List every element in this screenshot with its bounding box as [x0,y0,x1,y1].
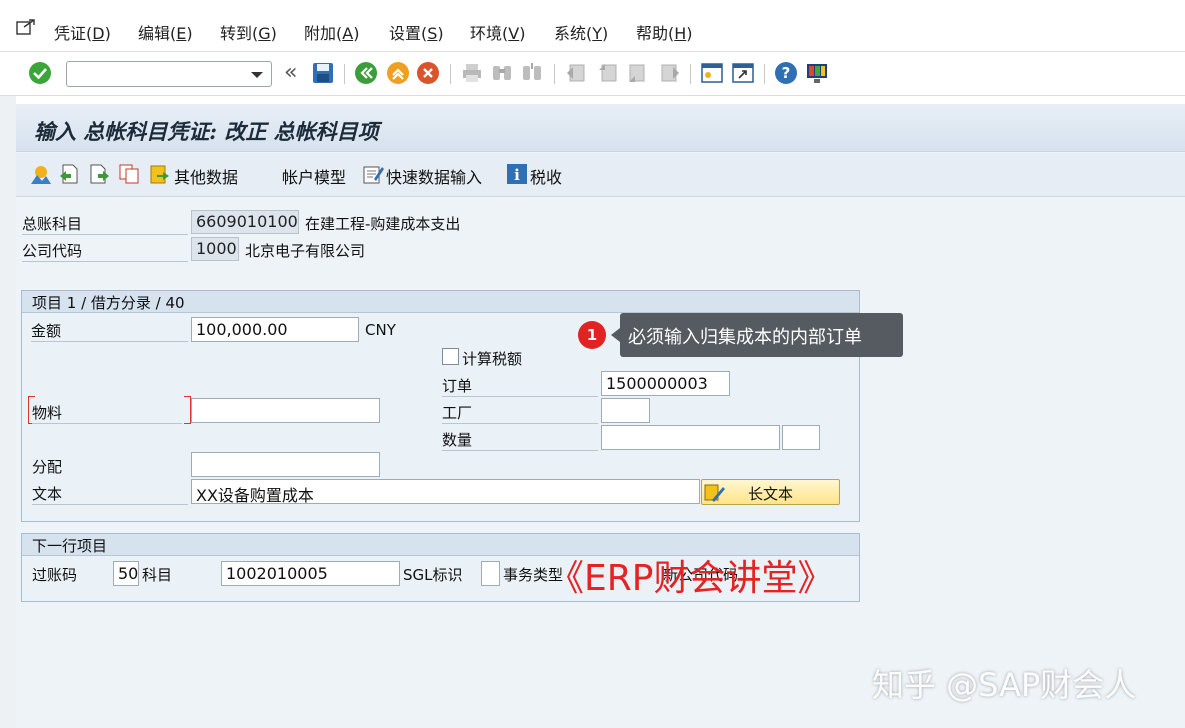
pencil-icon [704,482,726,504]
shortcut-icon[interactable] [731,61,755,85]
menu-settings[interactable]: 设置(S) [389,20,444,44]
tax-button[interactable]: 税收 [530,164,562,188]
unit-input[interactable] [782,425,820,450]
quantity-input[interactable] [601,425,780,450]
svg-text:i: i [514,166,520,184]
quantity-label: 数量 [442,429,598,451]
fast-entry-button[interactable]: 快速数据输入 [386,164,482,188]
application-toolbar: 其他数据 帐户模型 快速数据输入 i 税收 [16,153,1185,197]
toolbar-separator [554,64,555,84]
annotation-callout: 必须输入归集成本的内部订单 [620,313,903,357]
enter-check-icon[interactable] [28,61,52,85]
company-code-field: 1000 [191,237,239,261]
svg-text:?: ? [782,64,791,82]
chevron-down-icon[interactable] [251,72,263,78]
required-bracket-right [184,396,191,424]
toolbar-separator [764,64,765,84]
toolbar-separator [690,64,691,84]
plant-input[interactable] [601,398,650,423]
first-page-icon[interactable] [564,61,588,85]
menu-extras[interactable]: 附加(A) [304,20,359,44]
long-text-button[interactable]: 长文本 [701,479,840,505]
sgl-label: SGL标识 [403,566,463,584]
new-session-icon[interactable] [700,61,724,85]
menu-voucher[interactable]: 凭证(D) [54,20,111,44]
collapse-command-icon[interactable]: « [284,60,297,85]
copy-icon[interactable] [118,163,140,185]
menu-environment[interactable]: 环境(V) [470,20,525,44]
standard-toolbar: « ? [0,52,1185,96]
account-input[interactable]: 1002010005 [221,561,400,586]
toolbar-separator [344,64,345,84]
posting-key-label: 过账码 [32,566,78,584]
company-code-label: 公司代码 [22,240,188,262]
annotation-badge: 1 [578,321,606,349]
info-icon[interactable]: i [506,163,528,185]
text-input[interactable]: XX设备购置成本 [191,479,700,505]
menu-exit-icon[interactable] [16,18,36,36]
calc-tax-checkbox[interactable] [442,348,459,365]
cancel-icon[interactable] [416,61,440,85]
help-icon[interactable]: ? [774,61,798,85]
next-item-icon[interactable] [88,163,110,185]
toolbar-separator [450,64,451,84]
account-model-button[interactable]: 帐户模型 [282,164,346,188]
assignment-input[interactable] [191,452,380,477]
menu-help[interactable]: 帮助(H) [636,20,693,44]
fast-entry-icon[interactable] [362,163,384,185]
order-label: 订单 [442,375,598,397]
print-icon[interactable] [460,61,484,85]
previous-page-icon[interactable] [596,61,620,85]
find-icon[interactable] [490,61,514,85]
other-data-icon[interactable] [148,163,170,185]
gl-account-field: 6609010100 [191,210,299,234]
save-icon[interactable] [311,61,335,85]
assignment-label: 分配 [32,458,63,476]
callout-pointer [611,328,620,342]
other-data-button[interactable]: 其他数据 [174,164,238,188]
material-label: 物料 [32,402,182,424]
company-code-description: 北京电子有限公司 [245,242,366,260]
find-next-icon[interactable] [520,61,544,85]
gl-account-label: 总账科目 [22,213,188,235]
menu-bar: 凭证(D) 编辑(E) 转到(G) 附加(A) 设置(S) 环境(V) 系统(Y… [0,0,1185,52]
amount-input[interactable]: 100,000.00 [191,317,359,342]
page-title: 输入 总帐科目凭证: 改正 总帐科目项 [34,119,379,144]
posting-key-input[interactable]: 50 [113,561,139,586]
order-input[interactable]: 1500000003 [601,371,730,396]
material-input[interactable] [191,398,380,423]
menu-system[interactable]: 系统(Y) [554,20,608,44]
long-text-label: 长文本 [747,485,793,503]
customize-layout-icon[interactable] [805,61,829,85]
gl-account-description: 在建工程-购建成本支出 [305,215,461,233]
next-page-icon[interactable] [626,61,650,85]
plant-label: 工厂 [442,402,598,424]
title-bar: 输入 总帐科目凭证: 改正 总帐科目项 [16,104,1185,152]
menu-edit[interactable]: 编辑(E) [138,20,193,44]
item-group-title: 项目 1 / 借方分录 / 40 [22,291,859,313]
amount-label: 金额 [31,320,188,342]
exit-icon[interactable] [386,61,410,85]
erp-watermark: 《ERP财会讲堂》 [548,558,834,599]
last-page-icon[interactable] [658,61,682,85]
command-field[interactable] [66,61,272,87]
previous-item-icon[interactable] [58,163,80,185]
menu-goto[interactable]: 转到(G) [220,20,277,44]
account-label: 科目 [142,566,173,584]
left-strip [0,96,16,728]
overview-icon[interactable] [30,163,52,185]
calc-tax-label: 计算税额 [462,350,523,368]
sgl-input[interactable] [481,561,500,586]
text-label: 文本 [32,483,188,505]
currency-label: CNY [365,321,396,339]
back-icon[interactable] [354,61,378,85]
zhihu-watermark: 知乎 @SAP财会人 [872,666,1137,704]
